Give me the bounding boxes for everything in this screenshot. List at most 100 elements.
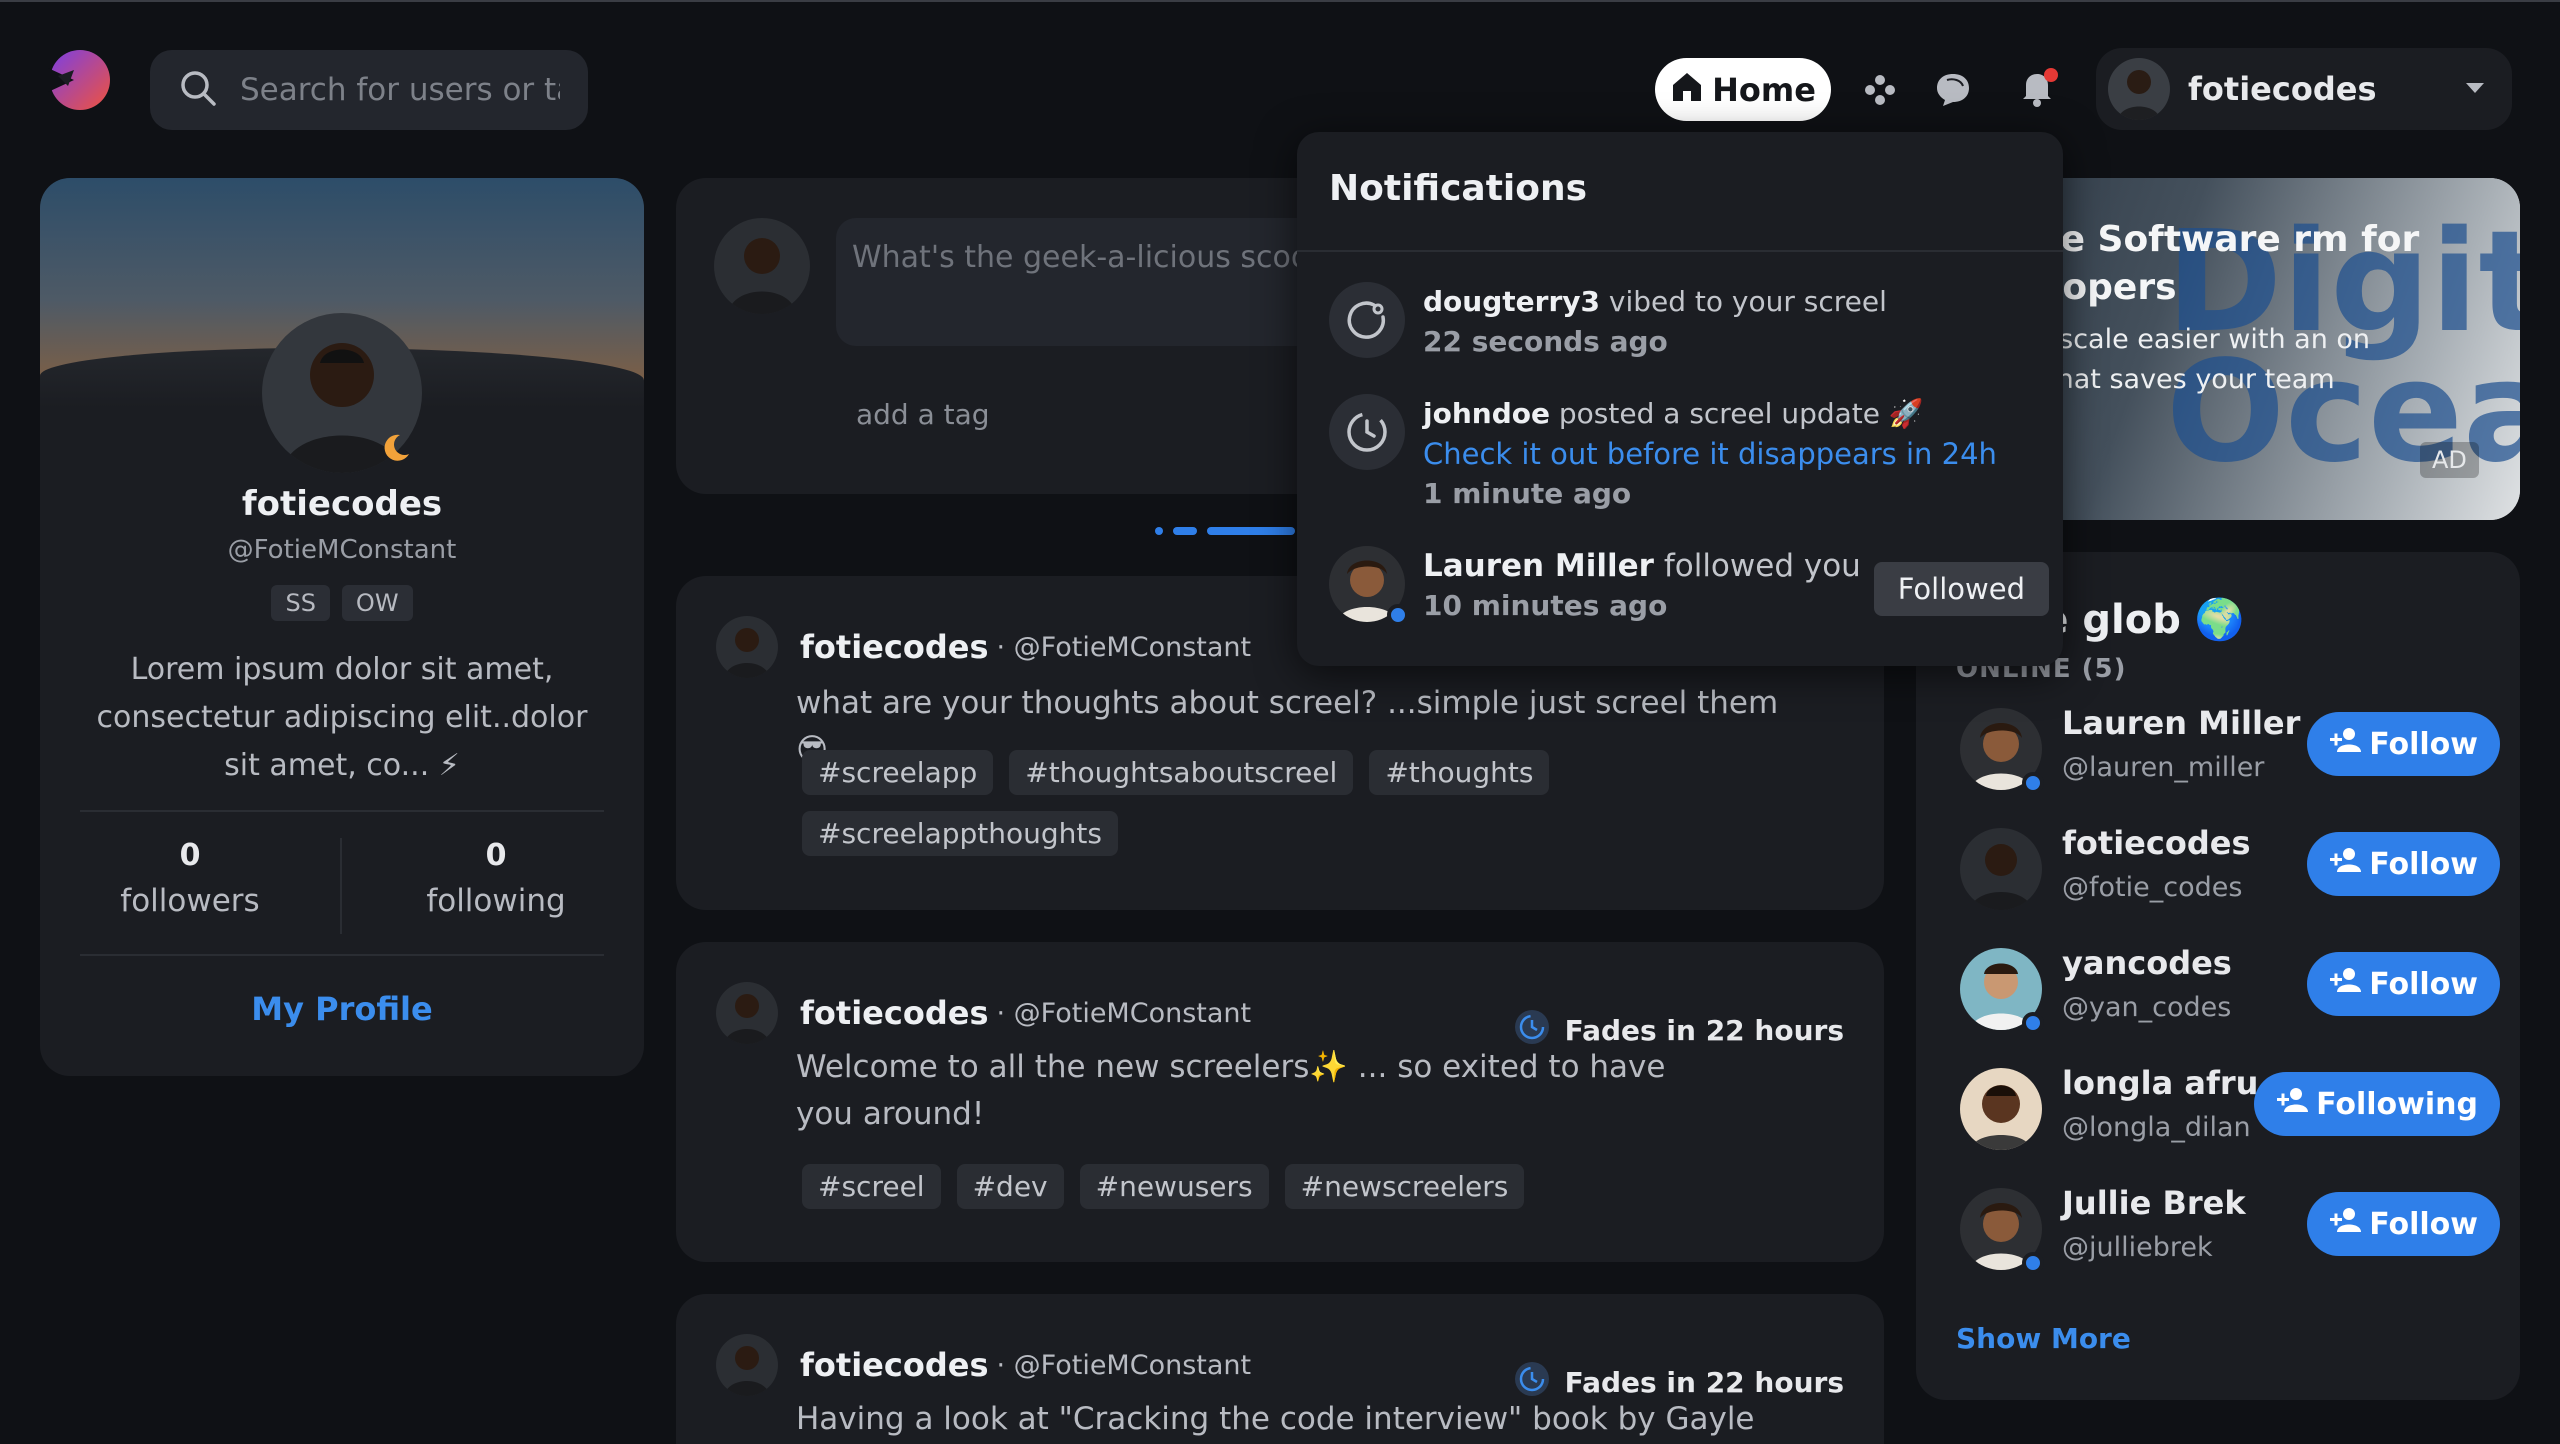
- person-item[interactable]: fotiecodes @fotie_codes Follow: [1960, 822, 2500, 912]
- hashtag[interactable]: #newscreelers: [1284, 1164, 1525, 1209]
- hashtag[interactable]: #dev: [956, 1164, 1064, 1209]
- notification-user[interactable]: dougterry3: [1423, 285, 1600, 318]
- post-tags: #screelapp #thoughtsaboutscreel #thought…: [802, 750, 1762, 856]
- profile-name: fotiecodes: [241, 484, 443, 524]
- user-menu-name: fotiecodes: [2188, 70, 2377, 108]
- post-avatar[interactable]: [716, 982, 778, 1044]
- profile-badges: SS OW: [40, 585, 644, 621]
- chevron-down-icon: [2464, 80, 2486, 99]
- composer-avatar: [714, 218, 810, 314]
- post-tags: #screel #dev #newusers #newscreelers: [802, 1164, 1762, 1209]
- post-header: fotiecodes · @FotieMConstant: [716, 1334, 1251, 1396]
- followers-label: followers: [120, 883, 260, 919]
- person-item[interactable]: longla afru @longla_dilan Following: [1960, 1062, 2500, 1152]
- notification-item[interactable]: Lauren Miller followed you 10 minutes ag…: [1329, 546, 2049, 636]
- person-avatar: [1960, 828, 2042, 910]
- notification-link[interactable]: Check it out before it disappears in 24h: [1423, 434, 1997, 474]
- post-handle: · @FotieMConstant: [996, 631, 1252, 663]
- post-avatar[interactable]: [716, 1334, 778, 1396]
- post-username[interactable]: fotiecodes: [800, 1346, 988, 1384]
- top-border: [0, 0, 2560, 2]
- add-tag-input[interactable]: add a tag: [856, 398, 990, 431]
- hashtag[interactable]: #thoughts: [1369, 750, 1550, 795]
- moon-status-icon: [380, 432, 412, 464]
- follow-button[interactable]: Follow: [2307, 712, 2500, 776]
- search-icon: [178, 68, 218, 112]
- notification-item[interactable]: johndoe posted a screel update 🚀 Check i…: [1329, 394, 2049, 514]
- post-text: Welcome to all the new screelers✨ ... so…: [796, 1049, 1666, 1132]
- person-name[interactable]: Lauren Miller: [2062, 704, 2300, 742]
- fade-label: Fades in 22 hours: [1564, 1014, 1844, 1047]
- following-stat[interactable]: 0 following: [386, 838, 606, 919]
- post-handle: · @FotieMConstant: [996, 997, 1252, 1029]
- messages-icon[interactable]: [1932, 68, 1976, 112]
- hashtag[interactable]: #screel: [802, 1164, 941, 1209]
- person-handle: @lauren_miller: [2062, 752, 2265, 783]
- followed-button[interactable]: Followed: [1873, 562, 2049, 616]
- notification-user[interactable]: johndoe: [1423, 397, 1550, 430]
- online-dot: [2022, 1252, 2044, 1274]
- following-count: 0: [485, 838, 507, 873]
- notification-action: posted a screel update 🚀: [1549, 397, 1924, 430]
- notification-user[interactable]: Lauren Miller: [1423, 548, 1654, 584]
- screel-post[interactable]: fotiecodes · @FotieMConstant Fades in 22…: [676, 942, 1884, 1262]
- notification-time: 1 minute ago: [1423, 477, 1632, 510]
- followers-stat[interactable]: 0 followers: [80, 838, 300, 919]
- following-label: following: [426, 883, 566, 919]
- online-dot: [2022, 772, 2044, 794]
- follow-button[interactable]: Follow: [2307, 1192, 2500, 1256]
- vibe-icon: [1329, 282, 1405, 358]
- hashtag[interactable]: #screelappthoughts: [802, 811, 1118, 856]
- person-item[interactable]: Lauren Miller @lauren_miller Follow: [1960, 702, 2500, 794]
- post-avatar[interactable]: [716, 616, 778, 678]
- divider: [80, 810, 604, 812]
- ad-label: AD: [2420, 442, 2479, 478]
- post-username[interactable]: fotiecodes: [800, 628, 988, 666]
- hashtag[interactable]: #screelapp: [802, 750, 994, 795]
- user-menu[interactable]: fotiecodes: [2096, 48, 2512, 130]
- post-handle: · @FotieMConstant: [996, 1349, 1252, 1381]
- screel-logo-icon[interactable]: [44, 46, 112, 114]
- followers-count: 0: [179, 838, 201, 873]
- explore-icon[interactable]: [1858, 68, 1902, 112]
- stat-separator: [340, 838, 342, 934]
- notifications-dropdown: Notifications dougterry3 vibed to your s…: [1297, 132, 2063, 666]
- person-name[interactable]: yancodes: [2062, 944, 2232, 982]
- notification-time: 10 minutes ago: [1423, 589, 1668, 622]
- notifications-bell-icon[interactable]: [2016, 66, 2060, 110]
- person-name[interactable]: longla afru: [2062, 1064, 2258, 1102]
- notification-message: Lauren Miller followed you: [1423, 546, 1861, 586]
- screel-post[interactable]: fotiecodes · @FotieMConstant Fades in 22…: [676, 1294, 1884, 1444]
- follow-label: Follow: [2369, 1206, 2478, 1242]
- person-name[interactable]: Jullie Brek: [2062, 1184, 2246, 1222]
- add-user-icon: [2329, 1206, 2363, 1242]
- people-card: s the glob 🌍 ONLINE (5) Lauren Miller @l…: [1916, 552, 2520, 1400]
- person-name[interactable]: fotiecodes: [2062, 824, 2250, 862]
- following-button[interactable]: Following: [2254, 1072, 2500, 1136]
- person-item[interactable]: Jullie Brek @julliebrek Follow: [1960, 1182, 2500, 1274]
- search-input[interactable]: [240, 72, 560, 108]
- my-profile-link[interactable]: My Profile: [40, 990, 644, 1028]
- home-button[interactable]: Home: [1655, 58, 1831, 121]
- search-bar[interactable]: [150, 50, 588, 130]
- post-header: fotiecodes · @FotieMConstant: [716, 982, 1251, 1044]
- person-item[interactable]: yancodes @yan_codes Follow: [1960, 942, 2500, 1034]
- post-header: fotiecodes · @FotieMConstant: [716, 616, 1251, 678]
- post-username[interactable]: fotiecodes: [800, 994, 988, 1032]
- follow-label: Follow: [2369, 966, 2478, 1002]
- home-icon: [1670, 69, 1704, 111]
- fade-label: Fades in 22 hours: [1564, 1366, 1844, 1399]
- carousel-indicator[interactable]: [1155, 520, 1295, 535]
- notification-item[interactable]: dougterry3 vibed to your screel 22 secon…: [1329, 282, 2049, 362]
- post-text: Having a look at "Cracking the code inte…: [796, 1401, 1755, 1437]
- user-avatar: [2108, 58, 2170, 120]
- follow-button[interactable]: Follow: [2307, 832, 2500, 896]
- timer-icon: [1329, 394, 1405, 470]
- follow-button[interactable]: Follow: [2307, 952, 2500, 1016]
- show-more-link[interactable]: Show More: [1956, 1322, 2131, 1355]
- hashtag[interactable]: #thoughtsaboutscreel: [1009, 750, 1354, 795]
- hashtag[interactable]: #newusers: [1079, 1164, 1269, 1209]
- divider: [1297, 250, 2063, 252]
- add-user-icon: [2329, 846, 2363, 882]
- profile-card: fotiecodes @FotieMConstant SS OW Lorem i…: [40, 178, 644, 1076]
